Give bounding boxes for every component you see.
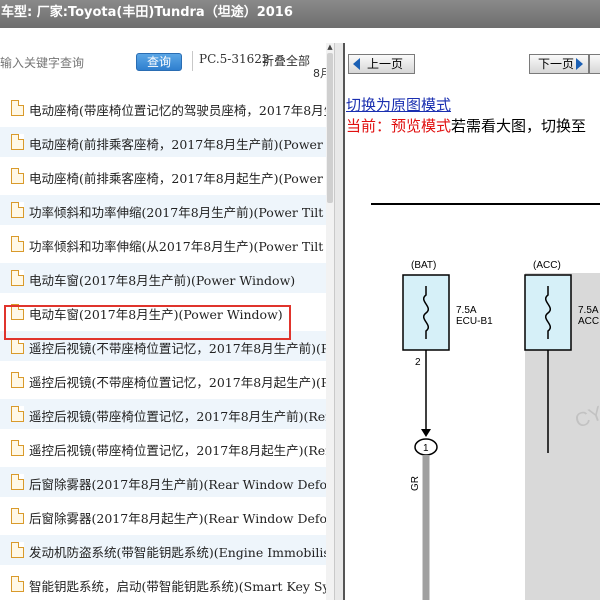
document-icon [11,202,24,218]
tree-item[interactable]: 遥控后视镜(带座椅位置记忆，2017年8月生产前)(Remote Control… [0,399,326,429]
tree-item-label: 遥控后视镜(不带座椅位置记忆，2017年8月生产前)(Remote Contro… [29,341,326,356]
tree-item[interactable]: 遥控后视镜(不带座椅位置记忆，2017年8月起生产)(Remote Contro… [0,365,326,395]
search-input[interactable] [0,53,128,73]
status-prefix: 当前：预览模式 [346,117,452,135]
tree-item[interactable]: 功率倾斜和功率伸缩(从2017年8月生产)(Power Tilt and Tel… [0,229,326,259]
document-icon [11,474,24,490]
diagram-viewer-pane: 上一页 下一页 切换为原图模式 当前：预览模式若需看大图，切换至 CY (BAT… [343,43,600,600]
document-tree-pane: 查询 PC.5-31622 折叠全部 8月 电动座椅(带座椅位置记忆的驾驶员座椅… [0,43,330,600]
scroll-up-arrow-icon[interactable]: ▲ [326,43,334,51]
document-icon [11,304,24,320]
tree-item-label: 功率倾斜和功率伸缩(从2017年8月生产)(Power Tilt and Tel… [29,239,326,254]
wiring-diagram: CY (BAT) 7.5A ECU-B1 (ACC) 7.5A ACC 2 1 … [371,203,600,600]
document-icon [11,236,24,252]
pc-code: PC.5-31622 [199,52,270,66]
tree-item-label: 后窗除雾器(2017年8月生产前)(Rear Window Defogger) [29,477,326,492]
tree-scrollbar[interactable]: ▲ [326,43,334,600]
document-icon [11,100,24,116]
document-icon [11,372,24,388]
last-page-button[interactable] [589,54,600,74]
window-title: 车型: 厂家:Toyota(丰田)Tundra（坦途）2016 [1,5,293,20]
next-page-label: 下一页 [538,57,575,71]
tree-item[interactable]: 电动车窗(2017年8月生产)(Power Window) [0,297,326,327]
search-button[interactable]: 查询 [136,53,182,71]
mode-status: 当前：预览模式若需看大图，切换至 [346,115,586,136]
document-icon [11,542,24,558]
fuse2-rating: 7.5A [578,305,599,316]
tree-item-label: 遥控后视镜(带座椅位置记忆，2017年8月起生产)(Remote Control… [29,443,326,458]
tree-item[interactable]: 功率倾斜和功率伸缩(2017年8月生产前)(Power Tilt and Tel… [0,195,326,225]
arrow-down-icon [421,429,431,437]
document-icon [11,440,24,456]
tree-item[interactable]: 遥控后视镜(带座椅位置记忆，2017年8月起生产)(Remote Control… [0,433,326,463]
search-bar: 查询 PC.5-31622 折叠全部 8月 [0,43,330,81]
tree-item-label: 遥控后视镜(带座椅位置记忆，2017年8月生产前)(Remote Control… [29,409,326,424]
tree-item[interactable]: 电动车窗(2017年8月生产前)(Power Window) [0,263,326,293]
wire-color-label: GR [410,476,421,491]
fuse1-rating: 7.5A [456,305,477,316]
tree-item-label: 功率倾斜和功率伸缩(2017年8月生产前)(Power Tilt and Tel… [29,205,326,220]
tree-item[interactable]: 发动机防盗系统(带智能钥匙系统)(Engine Immobiliser Syst… [0,535,326,565]
connector-label: 1 [423,443,429,454]
document-icon [11,270,24,286]
tree-item-label: 电动车窗(2017年8月生产)(Power Window) [29,307,283,322]
prev-page-label: 上一页 [367,57,404,71]
right-arrow-icon [576,58,583,70]
tree-item[interactable]: 遥控后视镜(不带座椅位置记忆，2017年8月生产前)(Remote Contro… [0,331,326,361]
pin-label: 2 [415,357,421,368]
document-icon [11,406,24,422]
tree-item-label: 电动座椅(前排乘客座椅，2017年8月生产前)(Power Seat) [29,137,326,152]
scrollbar-thumb[interactable] [327,53,333,203]
title-gap [0,28,600,43]
tree-item-label: 电动座椅(带座椅位置记忆的驾驶员座椅，2017年8月生产前) [29,103,326,118]
bat-label: (BAT) [411,260,436,271]
tree-item-label: 后窗除雾器(2017年8月起生产)(Rear Window Defogger) [29,511,326,526]
tree-item-label: 电动座椅(前排乘客座椅，2017年8月起生产)(Power Seat) [29,171,326,186]
tree-item[interactable]: 智能钥匙系统，启动(带智能钥匙系统)(Smart Key System) [0,569,326,599]
next-page-button[interactable]: 下一页 [529,54,589,74]
document-tree: 电动座椅(带座椅位置记忆的驾驶员座椅，2017年8月生产前) 电动座椅(前排乘客座… [0,93,326,600]
collapse-all-link[interactable]: 折叠全部 [262,52,310,69]
tree-item[interactable]: 电动座椅(前排乘客座椅，2017年8月生产前)(Power Seat) [0,127,326,157]
tree-item-label: 智能钥匙系统，启动(带智能钥匙系统)(Smart Key System) [29,579,326,594]
tree-item[interactable]: 后窗除雾器(2017年8月生产前)(Rear Window Defogger) [0,467,326,497]
prev-page-button[interactable]: 上一页 [348,54,415,74]
tree-item[interactable]: 电动座椅(前排乘客座椅，2017年8月起生产)(Power Seat) [0,161,326,191]
tree-item-label: 电动车窗(2017年8月生产前)(Power Window) [29,273,296,288]
fuse2-name: ACC [578,316,599,327]
document-icon [11,338,24,354]
tree-item-label: 遥控后视镜(不带座椅位置记忆，2017年8月起生产)(Remote Contro… [29,375,326,390]
acc-label: (ACC) [533,260,561,271]
status-suffix: 若需看大图，切换至 [451,117,587,135]
tree-item-label: 发动机防盗系统(带智能钥匙系统)(Engine Immobiliser Syst… [29,545,326,560]
tree-item[interactable]: 电动座椅(带座椅位置记忆的驾驶员座椅，2017年8月生产前) [0,93,326,123]
document-icon [11,576,24,592]
window-title-bar: 车型: 厂家:Toyota(丰田)Tundra（坦途）2016 [0,0,600,28]
switch-original-mode-link[interactable]: 切换为原图模式 [346,94,451,115]
pane-splitter[interactable] [334,43,343,600]
document-icon [11,508,24,524]
document-icon [11,168,24,184]
toolbar-separator [192,51,193,71]
tree-item[interactable]: 后窗除雾器(2017年8月起生产)(Rear Window Defogger) [0,501,326,531]
document-icon [11,134,24,150]
fuse1-name: ECU-B1 [456,316,493,327]
left-arrow-icon [353,58,360,70]
